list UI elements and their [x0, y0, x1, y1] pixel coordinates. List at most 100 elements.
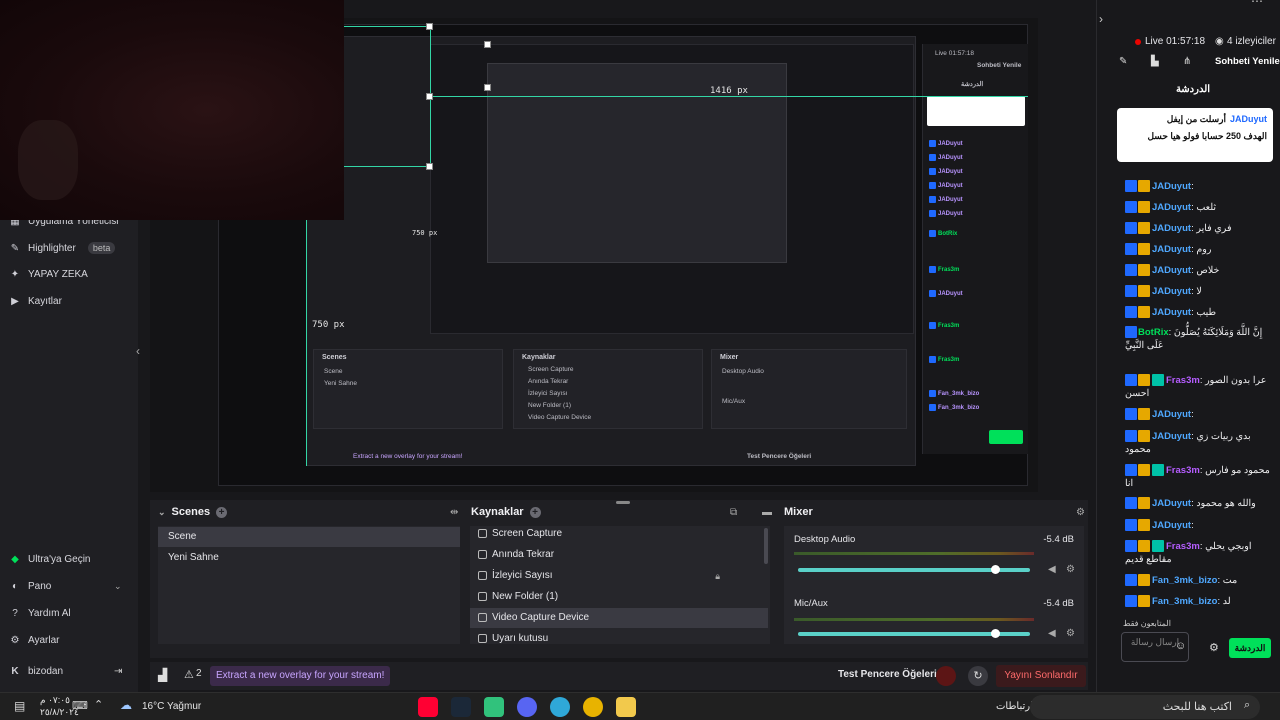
replay-button[interactable]: ↻ — [968, 666, 988, 686]
scene-item[interactable]: Scene — [158, 527, 460, 547]
replay-icon — [478, 550, 487, 559]
logout-icon[interactable]: ⇥ — [114, 666, 122, 677]
chat-message: JADuyut: ثلعب — [1125, 201, 1277, 214]
sources-header: Kaynaklar + — [471, 506, 541, 518]
overlay-banner[interactable]: Extract a new overlay for your stream! — [210, 666, 391, 686]
more-icon[interactable]: ⋯ — [1251, 0, 1263, 8]
gear-icon[interactable]: ⚙ — [1066, 628, 1075, 639]
nested-pinned — [927, 96, 1025, 126]
mute-icon[interactable]: ◀ — [1048, 628, 1056, 639]
sidebar-item-highlighter[interactable]: ✎ Highlighter beta — [10, 242, 116, 254]
mini-source-item: New Folder (1) — [528, 402, 571, 409]
links-label[interactable]: ارتباطات — [996, 701, 1033, 712]
sidebar-item-help[interactable]: ? Yardım Al — [10, 608, 70, 619]
test-widgets-label[interactable]: Test Pencere Öğeleri — [838, 669, 937, 680]
record-button[interactable] — [936, 666, 956, 686]
mod-tools-icon[interactable]: ▙ — [1151, 56, 1159, 67]
collapse-sidebar-icon[interactable]: ‹ — [136, 344, 140, 358]
volume-knob[interactable] — [991, 565, 1000, 574]
scrollbar[interactable] — [764, 528, 768, 564]
lock-icon[interactable]: 🔒︎ — [715, 566, 720, 586]
gear-icon[interactable]: ⚙ — [1066, 564, 1075, 575]
weather-icon[interactable]: ☁ — [120, 698, 132, 712]
resize-handle[interactable] — [484, 41, 491, 48]
user-account[interactable]: K bizodan ⇥ — [10, 666, 122, 677]
sidebar-item-ai[interactable]: ✦ YAPAY ZEKA — [10, 269, 88, 280]
mini-sources-panel: Kaynaklar Screen Capture Anında Tekrar İ… — [513, 349, 703, 429]
source-item[interactable]: Anında Tekrar — [470, 545, 768, 565]
edit-icon[interactable]: ✎ — [1119, 56, 1127, 67]
source-settings-icon[interactable]: ⧉ — [730, 507, 737, 518]
nested-chat-row: BotRix — [929, 230, 957, 237]
chat-settings-icon[interactable]: ⚙ — [1209, 641, 1219, 654]
pinned-text: أرسلت من إيفل — [1166, 114, 1226, 124]
folder-icon[interactable]: ▬ — [762, 507, 772, 518]
status-bar: ▟ ⚠ 2 Extract a new overlay for your str… — [150, 662, 1088, 690]
source-item[interactable]: Video Capture Device — [470, 608, 768, 628]
chevron-down-icon[interactable]: ⌄ — [114, 581, 122, 592]
resize-handle[interactable] — [426, 23, 433, 30]
chrome-icon[interactable] — [583, 697, 603, 717]
keyboard-icon[interactable]: ⌨ — [72, 699, 88, 712]
source-item[interactable]: Uyarı kutusu — [470, 629, 768, 644]
mini-mixer-title: Mixer — [720, 354, 739, 361]
speaker-icon[interactable]: ◀ — [1048, 564, 1056, 575]
source-item[interactable]: New Folder (1) — [470, 587, 768, 607]
alert-icon[interactable]: ⚠ — [184, 668, 194, 681]
resize-handle[interactable] — [426, 163, 433, 170]
collapse-chat-icon[interactable]: › — [1099, 12, 1103, 26]
file-explorer-icon[interactable] — [616, 697, 636, 717]
sidebar-item-recordings[interactable]: ▶ Kayıtlar — [10, 296, 62, 307]
send-chat-button[interactable]: الدردشة — [1229, 638, 1271, 658]
clock-time[interactable]: ٠٧:٠٥ م — [40, 695, 70, 706]
mini-mixer-channel: Mic/Aux — [722, 398, 746, 405]
sidebar-item-ultra[interactable]: ◆ Ultra'ya Geçin — [10, 554, 90, 565]
resize-handle[interactable] — [484, 84, 491, 91]
chat-message: Fras3m: محمود مو فارس انا — [1125, 464, 1270, 489]
webcam-person — [18, 120, 78, 200]
sidebar-item-label: Highlighter — [28, 242, 76, 254]
search-icon: ⌕ — [1244, 699, 1251, 711]
weather-text[interactable]: 16°C Yağmur — [142, 701, 201, 712]
discord-icon[interactable] — [517, 697, 537, 717]
edge-icon[interactable] — [550, 697, 570, 717]
mini-mixer-channel: Desktop Audio — [722, 368, 764, 375]
scene-item[interactable]: Yeni Sahne — [158, 548, 460, 568]
steam-icon[interactable] — [451, 697, 471, 717]
webcam-feed[interactable] — [0, 0, 344, 220]
volume-knob[interactable] — [991, 629, 1000, 638]
taskbar-search[interactable]: اكتب هنا للبحث — [1030, 695, 1260, 719]
add-scene-icon[interactable]: + — [216, 506, 228, 518]
chat-message: Fras3m: عرا بدون الصور احسن — [1125, 374, 1267, 399]
scenes-title: Scenes — [171, 506, 211, 518]
mini-source-item: Video Capture Device — [528, 414, 592, 421]
source-item[interactable]: Screen Capture — [470, 524, 768, 544]
youtube-icon[interactable] — [418, 697, 438, 717]
refresh-chat-button[interactable]: Sohbeti Yenile — [1215, 56, 1280, 67]
collapse-icon[interactable]: ⌄ — [158, 507, 166, 518]
share-icon[interactable]: ⋔ — [1183, 56, 1191, 67]
nested-live-time: Live 01:57:18 — [935, 50, 975, 57]
streamlabs-icon[interactable] — [484, 697, 504, 717]
pinned-message[interactable]: أرسلت من إيفل JADuyut الهدف 250 حسابا فو… — [1117, 108, 1273, 162]
chat-message: JADuyut: — [1125, 408, 1277, 421]
drag-handle[interactable] — [616, 501, 630, 504]
mixer-channel-db: -5.4 dB — [1043, 534, 1074, 545]
stats-icon[interactable]: ▟ — [158, 668, 167, 682]
chevron-up-icon[interactable]: ⌃ — [94, 698, 103, 711]
chat-message: JADuyut: خلاص — [1125, 264, 1277, 277]
mixer-settings-icon[interactable]: ⚙ — [1076, 507, 1085, 518]
sidebar-item-settings[interactable]: ⚙ Ayarlar — [10, 635, 60, 646]
source-label: Anında Tekrar — [492, 549, 555, 560]
sidebar-item-label: Pano — [28, 581, 52, 592]
source-item[interactable]: İzleyici Sayısı 🔒︎ — [470, 566, 768, 586]
sidebar-item-dashboard[interactable]: ◐ Pano ⌄ — [10, 581, 122, 592]
notification-icon[interactable]: ▤ — [14, 699, 25, 713]
snap-guide — [430, 96, 1028, 97]
resize-handle[interactable] — [426, 93, 433, 100]
end-stream-button[interactable]: Yayını Sonlandır — [996, 665, 1086, 687]
add-source-icon[interactable]: + — [529, 506, 541, 518]
source-label: Screen Capture — [492, 528, 563, 539]
emoji-icon[interactable]: ☺ — [1175, 640, 1186, 652]
scene-transition-icon[interactable]: ⇹ — [450, 507, 458, 518]
